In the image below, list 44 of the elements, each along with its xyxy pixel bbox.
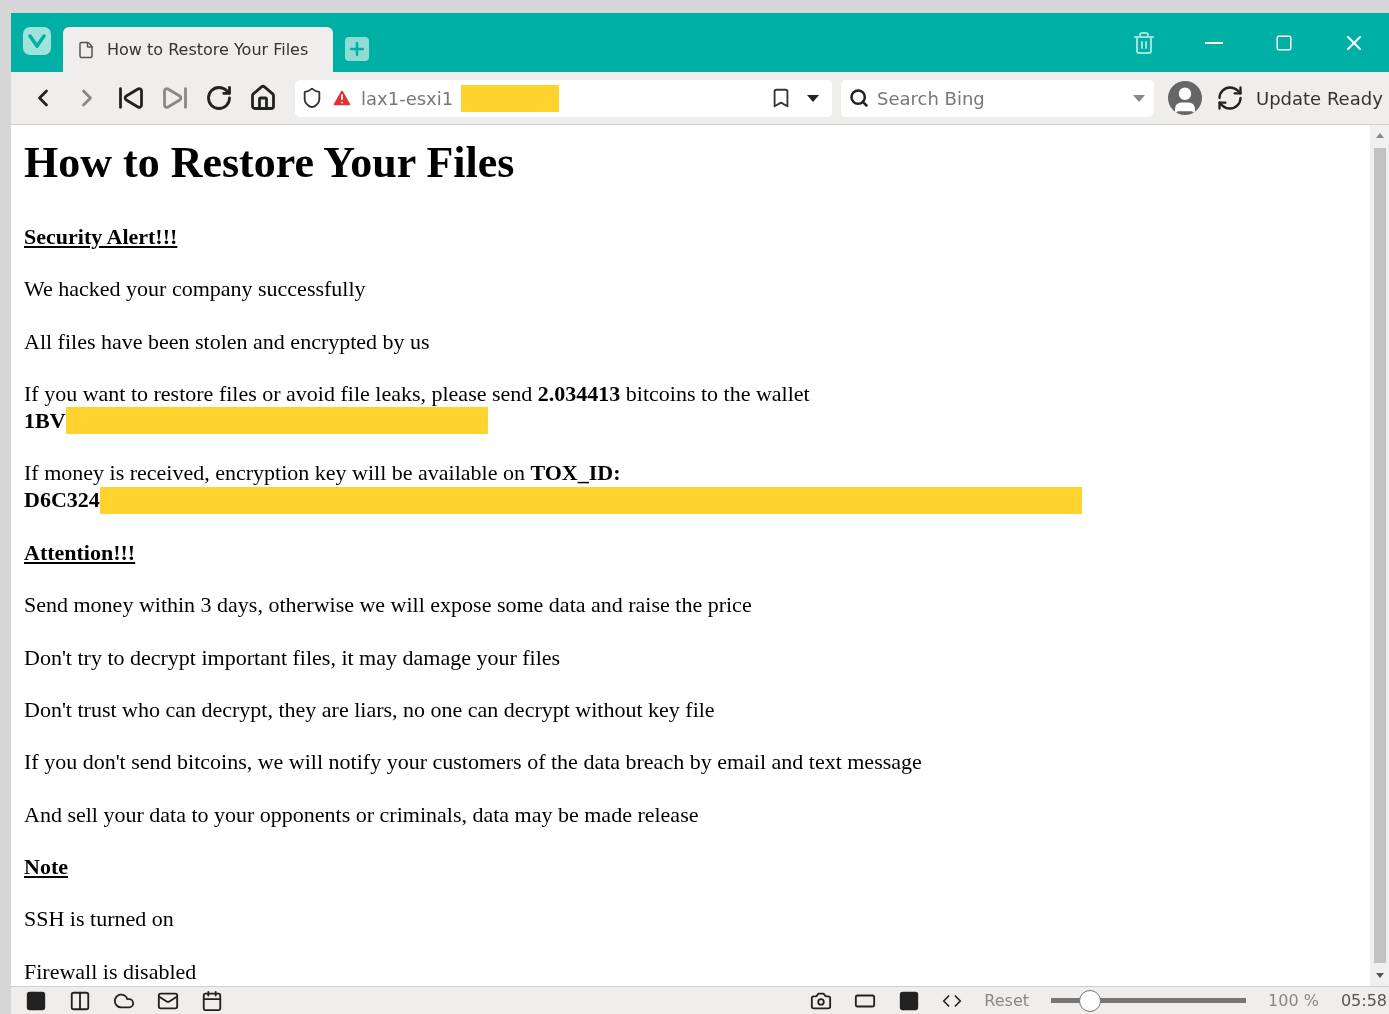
paragraph: SSH is turned on xyxy=(24,906,175,933)
paragraph: And sell your data to your opponents or criminals, data may be made release xyxy=(24,801,700,829)
maximize-icon xyxy=(1275,33,1293,52)
last-icon xyxy=(161,84,189,112)
zoom-level: 100 % xyxy=(1268,991,1319,1010)
search-field[interactable]: Search Bing xyxy=(841,79,1154,117)
section-heading: Attention!!! xyxy=(24,539,137,567)
paragraph: Send money within 3 days, otherwise we will expose some data and raise the price xyxy=(24,592,753,619)
paragraph: Don't try to decrypt important files, it may damage your files xyxy=(24,644,562,671)
scroll-up-icon[interactable] xyxy=(1375,133,1384,138)
search-icon[interactable] xyxy=(849,88,869,108)
paragraph: All files have been stolen and encrypted by us xyxy=(24,328,431,355)
dropdown-icon[interactable] xyxy=(806,93,820,103)
paragraph: Firewall is disabled xyxy=(24,958,198,986)
paragraph: If you want to restore files or avoid file leaks, please send 2.034413 bitcoins to the wallet xyxy=(24,380,811,408)
minimize-icon xyxy=(1205,41,1223,44)
section-heading: Note xyxy=(24,854,69,881)
plus-icon xyxy=(347,39,367,59)
update-button[interactable]: Update Ready xyxy=(1256,87,1383,109)
profile-avatar[interactable] xyxy=(1168,81,1202,115)
clock-time: 05:58 xyxy=(1340,991,1387,1010)
paragraph: If you don't send bitcoins, we will notify your customers of the data breach by email and text message xyxy=(24,749,923,776)
first-icon xyxy=(117,84,145,112)
section-heading: Security Alert!!! xyxy=(24,223,179,251)
tiling-icon[interactable] xyxy=(69,989,91,1012)
home-icon xyxy=(249,84,277,112)
paragraph: If money is received, encryption key will be available on TOX_ID: xyxy=(24,460,622,487)
warning-icon xyxy=(331,87,353,109)
update-icon[interactable] xyxy=(1216,84,1244,112)
scroll-down-icon[interactable] xyxy=(1375,973,1384,978)
reload-icon xyxy=(205,84,233,112)
address-field[interactable]: lax1-esxi1 xyxy=(295,79,832,117)
paragraph: Don't trust who can decrypt, they are liars, no one can decrypt without key file xyxy=(24,696,716,724)
scrollbar[interactable] xyxy=(1370,125,1389,986)
shield-icon xyxy=(301,87,323,109)
tox-id: D6C324 xyxy=(24,487,100,514)
slider-thumb[interactable] xyxy=(1079,989,1102,1012)
calendar-icon[interactable] xyxy=(201,989,223,1012)
paragraph: We hacked your company successfully xyxy=(24,276,367,303)
page-icon xyxy=(77,40,95,59)
url-text: lax1-esxi1 xyxy=(361,87,454,109)
wallet-address: 1BV xyxy=(24,407,66,435)
browser-tab[interactable]: How to Restore Your Files xyxy=(63,27,333,72)
page-title: How to Restore Your Files xyxy=(24,137,516,189)
